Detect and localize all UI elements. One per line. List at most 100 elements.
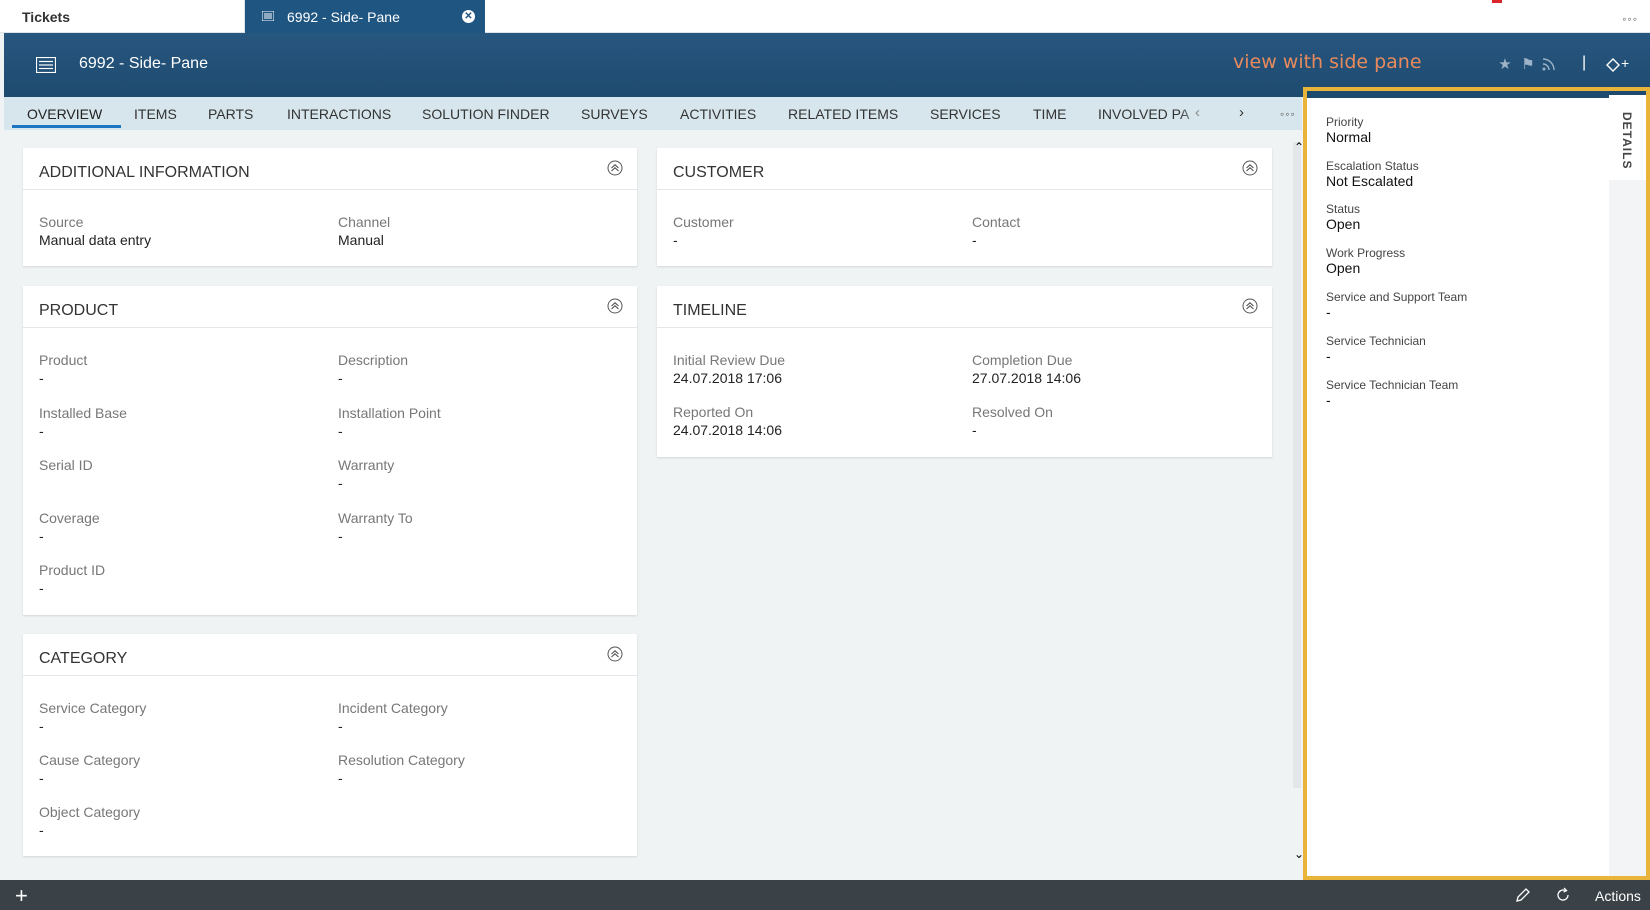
card-header: CATEGORY: [23, 634, 637, 676]
card-product: PRODUCT Product - Description - Installe…: [23, 286, 637, 615]
field-coverage: Coverage -: [39, 510, 100, 544]
collapse-icon[interactable]: [1242, 160, 1258, 176]
field-value: -: [39, 718, 44, 734]
field-label: Initial Review Due: [673, 352, 786, 368]
field-label: Service Technician Team: [1326, 378, 1459, 392]
list-icon: [36, 57, 56, 73]
field-value: 27.07.2018 14:06: [972, 370, 1081, 386]
star-icon[interactable]: ★: [1496, 55, 1514, 73]
field-label: Work Progress: [1326, 246, 1406, 260]
field-incident-category: Incident Category -: [338, 700, 448, 734]
tab-services[interactable]: SERVICES: [930, 106, 1001, 122]
field-label: Channel: [338, 214, 391, 230]
field-label: Warranty: [338, 457, 395, 473]
more-icon[interactable]: ◦◦◦: [1622, 12, 1638, 26]
card-header: TIMELINE: [657, 286, 1272, 328]
field-value[interactable]: -: [1326, 348, 1426, 364]
field-value: 24.07.2018 14:06: [673, 422, 782, 438]
field-label: Completion Due: [972, 352, 1073, 368]
field-value: -: [338, 718, 343, 734]
tab-overview[interactable]: OVERVIEW: [27, 106, 102, 122]
field-label: Product: [39, 352, 88, 368]
field-label: Customer: [673, 214, 734, 230]
tab-solution-finder[interactable]: SOLUTION FINDER: [422, 106, 550, 122]
field-label: Status: [1326, 202, 1361, 216]
side-pane: Priority Normal Escalation Status Not Es…: [1303, 87, 1650, 880]
page-title: 6992 - Side- Pane: [79, 55, 208, 72]
field-value[interactable]: -: [673, 232, 734, 248]
field-value: 24.07.2018 17:06: [673, 370, 782, 386]
field-label: Resolution Category: [338, 752, 465, 768]
field-value[interactable]: -: [39, 370, 87, 386]
scrollbar[interactable]: [1293, 142, 1301, 788]
close-icon[interactable]: ✕: [462, 10, 475, 23]
notification-mark: [1492, 0, 1502, 3]
collapse-icon[interactable]: [607, 646, 623, 662]
side-pane-top-bar: [1307, 91, 1646, 98]
field-installed-base: Installed Base -: [39, 405, 127, 439]
field-resolved-on: Resolved On -: [972, 404, 1053, 438]
refresh-icon[interactable]: [1554, 886, 1572, 904]
field-value: Normal: [1326, 129, 1372, 145]
card-timeline: TIMELINE Initial Review Due 24.07.2018 1…: [657, 286, 1272, 457]
nav-next-icon[interactable]: ›: [1239, 104, 1244, 121]
field-cause-category: Cause Category -: [39, 752, 140, 786]
field-value: Manual: [338, 232, 384, 248]
tab-surveys[interactable]: SURVEYS: [581, 106, 648, 122]
tab-related-items[interactable]: RELATED ITEMS: [788, 106, 898, 122]
field-label: Contact: [972, 214, 1021, 230]
card-customer: CUSTOMER Customer - Contact -: [657, 148, 1272, 266]
tab-activities[interactable]: ACTIVITIES: [680, 106, 756, 122]
details-tab-label[interactable]: DETAILS: [1620, 112, 1634, 169]
field-label: Coverage: [39, 510, 100, 526]
field-product: Product -: [39, 352, 87, 386]
side-field-service-technician: Service Technician -: [1326, 334, 1426, 364]
nav-fade: [1179, 97, 1209, 130]
field-value[interactable]: -: [972, 232, 1020, 248]
separator: |: [1582, 54, 1587, 71]
more-icon[interactable]: ◦◦◦: [1280, 107, 1296, 121]
card-header: CUSTOMER: [657, 148, 1272, 190]
collapse-icon[interactable]: [1242, 298, 1258, 314]
field-label: Priority: [1326, 115, 1364, 129]
tab-tickets[interactable]: Tickets: [0, 0, 245, 33]
field-label: Resolved On: [972, 404, 1053, 420]
field-label: Cause Category: [39, 752, 141, 768]
side-field-priority: Priority Normal: [1326, 115, 1371, 145]
field-value: -: [39, 822, 44, 838]
collapse-icon[interactable]: [607, 160, 623, 176]
edit-icon[interactable]: [1514, 886, 1532, 904]
nav-prev-icon[interactable]: ‹: [1195, 104, 1200, 121]
tag-icon[interactable]: [1606, 58, 1620, 72]
field-completion-due: Completion Due 27.07.2018 14:06: [972, 352, 1081, 386]
tab-items[interactable]: ITEMS: [134, 106, 177, 122]
tab-interactions[interactable]: INTERACTIONS: [287, 106, 391, 122]
side-field-status: Status Open: [1326, 202, 1360, 232]
field-warranty-to: Warranty To -: [338, 510, 413, 544]
add-tag-button[interactable]: +: [1621, 55, 1629, 71]
field-value[interactable]: -: [39, 423, 127, 439]
tab-6992-side-pane[interactable]: 6992 - Side- Pane ✕: [245, 0, 485, 33]
field-value[interactable]: -: [338, 423, 441, 439]
rss-icon[interactable]: [1542, 57, 1556, 71]
field-serial-id: Serial ID: [39, 457, 93, 475]
field-label: Service and Support Team: [1326, 290, 1468, 304]
plus-icon[interactable]: +: [15, 883, 28, 909]
field-customer: Customer -: [673, 214, 734, 248]
field-label: Product ID: [39, 562, 106, 578]
tab-time[interactable]: TIME: [1033, 106, 1066, 122]
flag-icon[interactable]: ⚑: [1519, 55, 1537, 73]
field-object-category: Object Category -: [39, 804, 140, 838]
field-source: Source Manual data entry: [39, 214, 151, 248]
field-label: Installation Point: [338, 405, 441, 421]
side-field-service-support-team: Service and Support Team -: [1326, 290, 1467, 320]
collapse-icon[interactable]: [607, 298, 623, 314]
tab-parts[interactable]: PARTS: [208, 106, 253, 122]
field-value: Manual data entry: [39, 232, 152, 248]
card-additional-information: ADDITIONAL INFORMATION Source Manual dat…: [23, 148, 637, 266]
actions-button[interactable]: Actions: [1595, 888, 1641, 904]
section-tabs: OVERVIEW ITEMS PARTS INTERACTIONS SOLUTI…: [4, 97, 1302, 130]
field-value[interactable]: -: [338, 475, 394, 491]
tab-label: 6992 - Side- Pane: [287, 9, 400, 25]
tab-involved-parties[interactable]: INVOLVED PA: [1098, 106, 1189, 122]
